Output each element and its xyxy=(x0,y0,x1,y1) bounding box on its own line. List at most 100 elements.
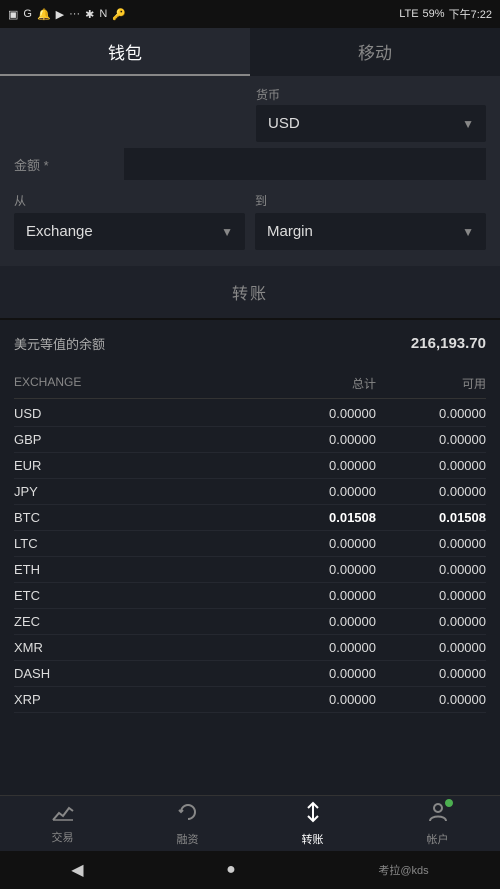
status-bar: ▣ G 🔔 ▶ ··· ✱ N 🔑 LTE 59% 下午7:22 xyxy=(0,0,500,28)
table-row: ETC0.000000.00000 xyxy=(14,583,486,609)
th-total: 总计 xyxy=(266,375,376,392)
table-row: XMR0.000000.00000 xyxy=(14,635,486,661)
td-available: 0.00000 xyxy=(376,432,486,447)
bottom-nav: 交易 融资 转账 帐户 xyxy=(0,795,500,851)
td-available: 0.00000 xyxy=(376,692,486,707)
td-coin-name: ZEC xyxy=(14,614,266,629)
transfer-button[interactable]: 转账 xyxy=(232,280,268,304)
amount-input[interactable] xyxy=(124,148,486,180)
icon-dots: ··· xyxy=(69,8,80,20)
td-total: 0.00000 xyxy=(266,666,376,681)
table-row: XRP0.000000.00000 xyxy=(14,687,486,713)
currency-arrow-icon: ▼ xyxy=(462,117,474,131)
chart-icon xyxy=(52,803,74,826)
nav-item-account[interactable]: 帐户 xyxy=(375,796,500,851)
td-coin-name: DASH xyxy=(14,666,266,681)
th-exchange: EXCHANGE xyxy=(14,375,266,392)
td-total: 0.01508 xyxy=(266,510,376,525)
nav-label-transfer: 转账 xyxy=(302,831,324,847)
td-total: 0.00000 xyxy=(266,588,376,603)
icon-bluetooth: ✱ xyxy=(85,8,94,21)
td-available: 0.00000 xyxy=(376,406,486,421)
balance-row: 美元等值的余额 216,193.70 xyxy=(14,334,486,353)
from-group: 从 Exchange ▼ xyxy=(14,192,245,250)
table-row: ZEC0.000000.00000 xyxy=(14,609,486,635)
td-coin-name: XRP xyxy=(14,692,266,707)
table-row: GBP0.000000.00000 xyxy=(14,427,486,453)
from-dropdown[interactable]: Exchange ▼ xyxy=(14,213,245,250)
icon-key: 🔑 xyxy=(112,8,126,21)
table-section: EXCHANGE 总计 可用 USD0.000000.00000GBP0.000… xyxy=(0,369,500,713)
person-icon xyxy=(427,801,449,828)
currency-dropdown[interactable]: USD ▼ xyxy=(256,105,486,142)
icon-g: G xyxy=(23,8,32,20)
from-to-row: 从 Exchange ▼ 到 Margin ▼ xyxy=(14,192,486,250)
td-coin-name: GBP xyxy=(14,432,266,447)
td-total: 0.00000 xyxy=(266,406,376,421)
time: 下午7:22 xyxy=(449,6,492,22)
th-available: 可用 xyxy=(376,375,486,392)
tab-transfer[interactable]: 移动 xyxy=(250,28,500,76)
form-area: 货币 USD ▼ 金额 * 从 Exchange ▼ 到 Margin ▼ xyxy=(0,76,500,266)
td-available: 0.00000 xyxy=(376,458,486,473)
nav-item-trade[interactable]: 交易 xyxy=(0,796,125,851)
amount-label: 金额 * xyxy=(14,155,124,174)
td-coin-name: ETH xyxy=(14,562,266,577)
to-value: Margin xyxy=(267,223,313,240)
table-row: BTC0.015080.01508 xyxy=(14,505,486,531)
system-nav: ◀ ● 考拉@kds xyxy=(0,851,500,889)
td-available: 0.01508 xyxy=(376,510,486,525)
signal-lte: LTE xyxy=(399,8,418,20)
icon-menu: ▣ xyxy=(8,8,18,21)
battery: 59% xyxy=(423,8,445,20)
from-arrow-icon: ▼ xyxy=(221,225,233,239)
back-button[interactable]: ◀ xyxy=(71,860,83,880)
to-label: 到 xyxy=(255,192,486,209)
currency-value: USD xyxy=(268,115,300,132)
table-row: DASH0.000000.00000 xyxy=(14,661,486,687)
currency-label: 货币 xyxy=(256,86,486,103)
top-tabs: 钱包 移动 xyxy=(0,28,500,76)
tab-wallet[interactable]: 钱包 xyxy=(0,28,250,76)
td-total: 0.00000 xyxy=(266,692,376,707)
icon-play: ▶ xyxy=(56,8,64,21)
td-total: 0.00000 xyxy=(266,640,376,655)
table-row: JPY0.000000.00000 xyxy=(14,479,486,505)
td-coin-name: BTC xyxy=(14,510,266,525)
transfer-icon xyxy=(302,801,324,828)
td-total: 0.00000 xyxy=(266,458,376,473)
nav-label-account: 帐户 xyxy=(427,831,449,847)
to-dropdown[interactable]: Margin ▼ xyxy=(255,213,486,250)
transfer-button-area: 转账 xyxy=(0,266,500,318)
td-available: 0.00000 xyxy=(376,536,486,551)
status-right: LTE 59% 下午7:22 xyxy=(399,6,492,22)
td-coin-name: USD xyxy=(14,406,266,421)
to-group: 到 Margin ▼ xyxy=(255,192,486,250)
table-row: LTC0.000000.00000 xyxy=(14,531,486,557)
icon-bell: 🔔 xyxy=(37,8,51,21)
from-label: 从 xyxy=(14,192,245,209)
td-available: 0.00000 xyxy=(376,640,486,655)
balance-label: 美元等值的余额 xyxy=(14,334,105,353)
icon-nfc: N xyxy=(99,8,107,20)
nav-item-transfer[interactable]: 转账 xyxy=(250,796,375,851)
share-button[interactable]: 考拉@kds xyxy=(378,862,428,878)
from-value: Exchange xyxy=(26,223,93,240)
td-coin-name: JPY xyxy=(14,484,266,499)
refresh-icon xyxy=(177,801,199,828)
nav-item-fund[interactable]: 融资 xyxy=(125,796,250,851)
td-coin-name: XMR xyxy=(14,640,266,655)
td-coin-name: LTC xyxy=(14,536,266,551)
home-button[interactable]: ● xyxy=(226,861,236,879)
currency-select-group: 货币 USD ▼ xyxy=(256,86,486,142)
td-available: 0.00000 xyxy=(376,588,486,603)
balance-value: 216,193.70 xyxy=(411,335,486,352)
balance-section: 美元等值的余额 216,193.70 xyxy=(0,320,500,369)
td-coin-name: EUR xyxy=(14,458,266,473)
amount-row: 金额 * xyxy=(14,148,486,180)
td-available: 0.00000 xyxy=(376,614,486,629)
table-row: ETH0.000000.00000 xyxy=(14,557,486,583)
td-total: 0.00000 xyxy=(266,614,376,629)
td-total: 0.00000 xyxy=(266,432,376,447)
table-row: EUR0.000000.00000 xyxy=(14,453,486,479)
